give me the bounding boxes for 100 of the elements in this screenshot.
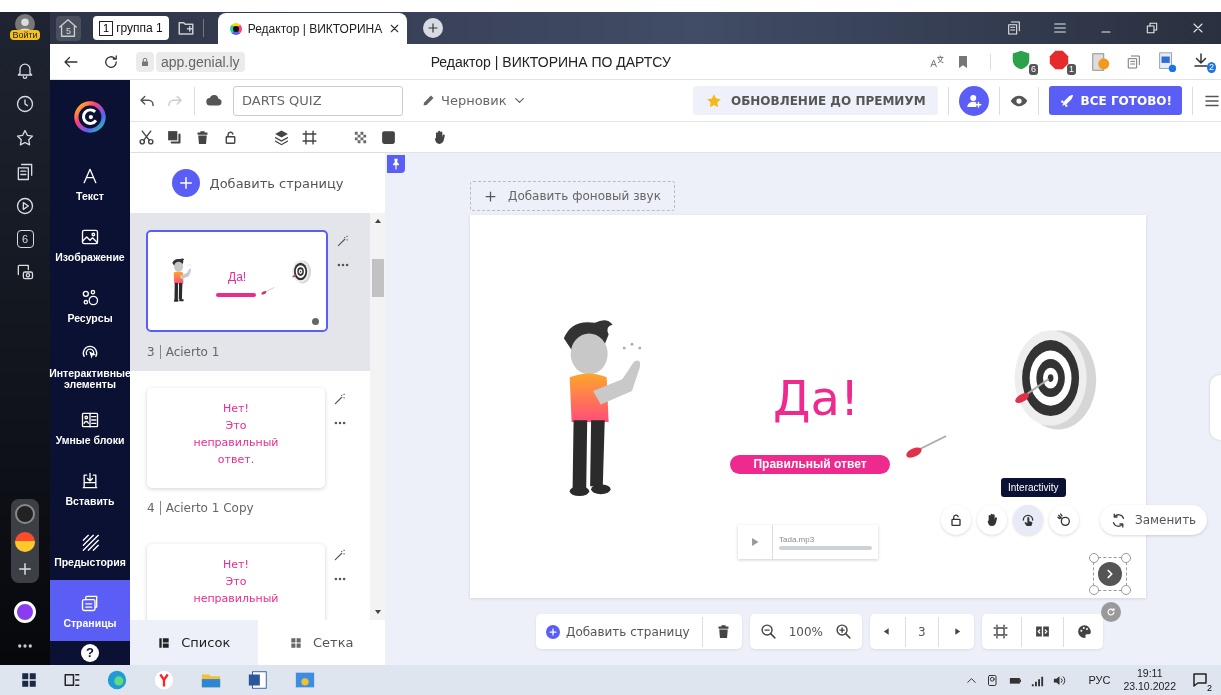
fill-icon[interactable] [380, 128, 397, 146]
play-icon[interactable] [15, 196, 35, 216]
document-app-icon[interactable] [247, 669, 269, 691]
resize-handle[interactable] [1089, 585, 1099, 595]
pencil-icon [421, 93, 436, 108]
scroll-thumb[interactable] [371, 259, 384, 297]
page-name: Acierto 1 Copy [165, 501, 254, 515]
menu-icon[interactable] [1052, 20, 1068, 36]
clock-date[interactable]: 23.10.2022 [1123, 680, 1176, 693]
new-tab-button[interactable] [423, 18, 444, 38]
counter-button[interactable]: 6 [16, 230, 34, 248]
start-icon[interactable] [20, 671, 38, 689]
done-button[interactable]: ВСЕ ГОТОВО! [1048, 86, 1182, 115]
resize-handle[interactable] [1121, 553, 1131, 563]
premium-button[interactable]: ОБНОВЛЕНИЕ ДО ПРЕМИУМ [692, 86, 938, 115]
nav-item[interactable]: Интерактивные элементы [50, 336, 130, 397]
answer-label[interactable]: Правильный ответ [730, 455, 890, 474]
file-name: Tada.mp3 [779, 534, 816, 544]
new-group-icon[interactable] [176, 19, 195, 37]
add-icon[interactable] [16, 560, 34, 578]
plus-icon [548, 626, 558, 637]
group-label: группа 1 [116, 21, 163, 35]
layers-icon[interactable] [273, 128, 290, 146]
profile-button[interactable]: Войти [10, 14, 40, 46]
app-icon[interactable] [15, 504, 35, 524]
project-name-field[interactable]: DARTS QUIZ [233, 85, 403, 116]
nav-item[interactable]: Умные блоки [50, 397, 130, 458]
bookmarks-icon[interactable] [15, 128, 35, 148]
tab-group[interactable]: 1 группа 1 [93, 16, 169, 40]
plus-icon [483, 188, 498, 204]
thumbnail-title: Да! [228, 270, 247, 284]
slide-thumbnail[interactable]: Нет! Это неправильный [147, 544, 325, 620]
resize-handle[interactable] [1121, 585, 1131, 595]
dart-drawing [260, 286, 275, 296]
audio-player[interactable]: Tada.mp3 [738, 525, 878, 559]
magic-wand-icon[interactable] [336, 234, 350, 248]
address-field[interactable]: app.genial.ly [156, 51, 245, 72]
login-label[interactable]: Войти [10, 30, 40, 40]
tooltip: Interactivity [1001, 478, 1066, 497]
assistant-icon[interactable] [14, 601, 36, 623]
palette-icon[interactable] [1075, 623, 1093, 640]
magic-wand-icon[interactable] [333, 392, 347, 406]
task-view-icon[interactable] [63, 671, 81, 689]
status-dropdown[interactable]: Черновик [421, 93, 527, 108]
home-button[interactable]: 5 [56, 15, 81, 41]
nav-item[interactable]: Предыстория [50, 519, 130, 580]
magic-wand-icon[interactable] [333, 548, 347, 562]
nav-item[interactable]: Текст [50, 153, 130, 214]
nav-item[interactable]: Изображение [50, 214, 130, 275]
zoom-out-icon[interactable] [759, 623, 777, 640]
language-indicator[interactable]: РУС [1088, 674, 1111, 686]
collections-icon[interactable] [15, 162, 35, 182]
replace-button[interactable]: Заменить [1100, 505, 1207, 535]
shield-icon [1010, 48, 1032, 71]
zoom-level: 100% [788, 624, 823, 639]
copy-icon[interactable] [166, 128, 183, 146]
browser-icon[interactable] [153, 669, 175, 691]
label-pill [216, 293, 256, 297]
badge: 6 [1029, 63, 1038, 75]
extension-button[interactable]: 1 [1048, 48, 1076, 75]
page-item[interactable]: Нет! Это неправильный ответ. 4 Acierto 1 Copy [130, 371, 370, 527]
page-item[interactable]: Да! 3 Acierto 1 [130, 213, 370, 371]
add-page-button[interactable]: Добавить страницу [165, 168, 350, 198]
clock-time[interactable]: 19:11 [1136, 667, 1163, 680]
nav-item[interactable]: Вставить [50, 458, 130, 519]
logo-icon[interactable] [73, 100, 107, 134]
fit-icon[interactable] [991, 623, 1009, 640]
pin-icon[interactable] [387, 155, 405, 173]
slide-thumbnail[interactable]: Нет! Это неправильный ответ. [147, 388, 325, 488]
resize-handle[interactable] [1089, 553, 1099, 563]
side-panel-handle[interactable] [1210, 375, 1221, 440]
help-button[interactable]: ? [81, 644, 99, 662]
rotate-handle[interactable] [1101, 602, 1121, 622]
zoom-in-icon[interactable] [835, 623, 852, 640]
restore-icon[interactable] [1144, 20, 1160, 36]
frame-icon[interactable] [301, 128, 318, 146]
reload-icon[interactable] [102, 52, 120, 71]
page-number: 4 [147, 501, 155, 515]
collections-icon[interactable] [1006, 20, 1022, 36]
cut-icon[interactable] [138, 128, 155, 146]
browser-tab[interactable]: Редактор | ВИКТОРИНА [217, 13, 408, 44]
screenshot-icon[interactable] [15, 262, 35, 282]
badge: 1 [1067, 63, 1076, 75]
slide-thumbnail[interactable]: Да! [146, 230, 328, 332]
view-tab[interactable]: Сетка [257, 620, 385, 665]
extension-button[interactable]: 6 [1010, 48, 1038, 75]
nav-item[interactable]: Ресурсы [50, 275, 130, 336]
download-button[interactable]: 2 [1192, 50, 1216, 73]
add-sound-button[interactable]: Добавить фоновый звук [470, 181, 675, 211]
history-icon[interactable] [15, 94, 35, 114]
picture-icon[interactable] [1156, 50, 1178, 73]
page-item[interactable]: Нет! Это неправильный [130, 527, 370, 620]
scrollbar[interactable] [370, 213, 385, 620]
view-tab[interactable]: Список [130, 620, 258, 665]
nav-item[interactable]: Страницы [50, 580, 130, 641]
add-collaborator-button[interactable] [958, 85, 989, 116]
translate-icon[interactable] [929, 53, 945, 70]
thumbnail-text: неправильный [193, 591, 279, 607]
slide-title[interactable]: Да! [773, 370, 860, 426]
security-chip[interactable] [136, 51, 154, 72]
